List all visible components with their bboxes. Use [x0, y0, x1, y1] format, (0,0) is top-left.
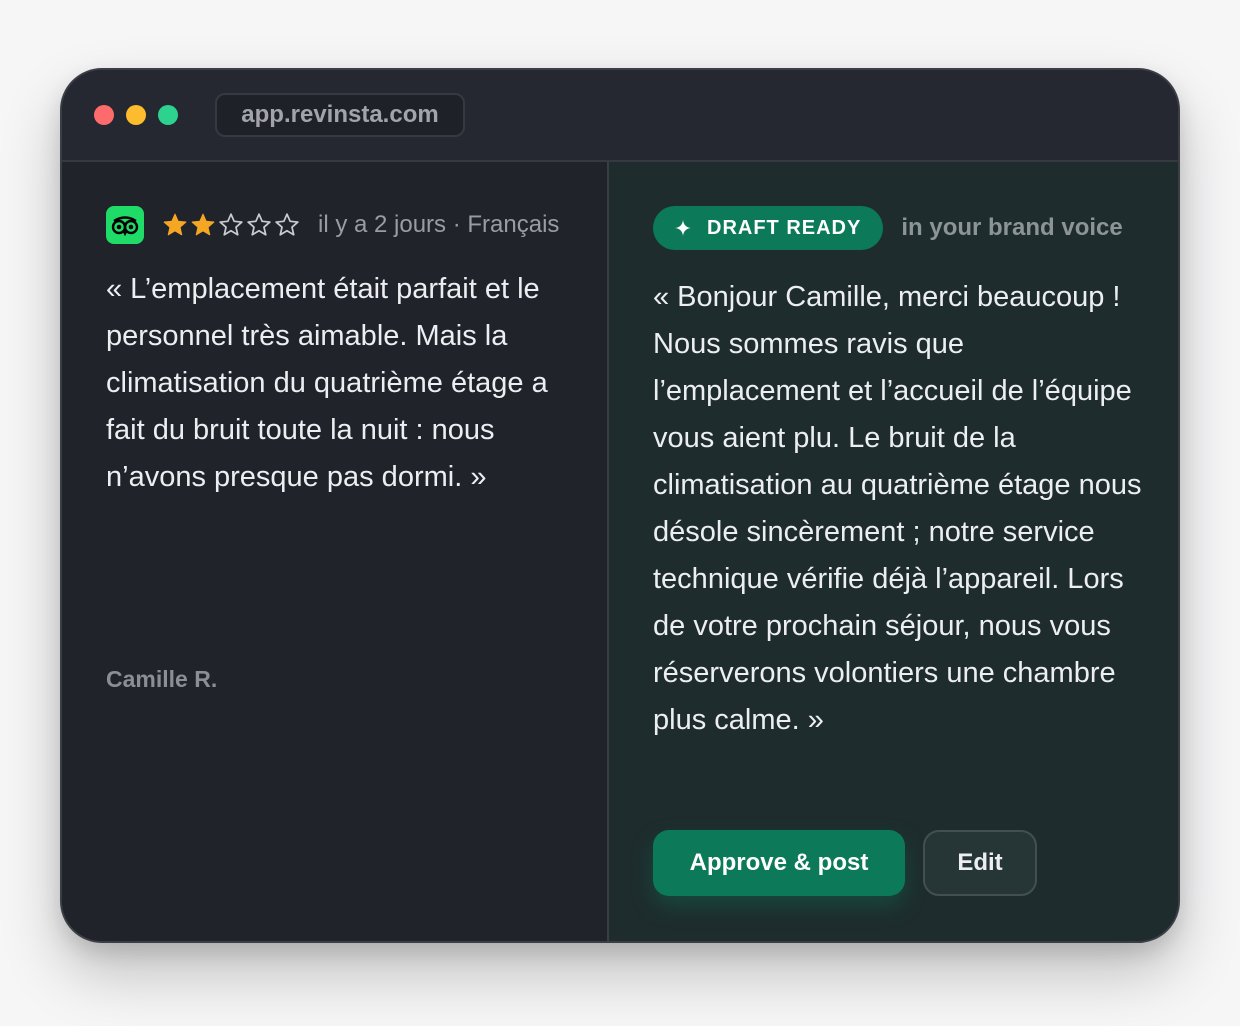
- star-empty-icon: [247, 213, 271, 236]
- minimize-window-button[interactable]: [126, 105, 146, 125]
- sparkle-icon: [675, 220, 691, 236]
- draft-actions: Approve & post Edit: [653, 830, 1037, 896]
- review-text: « L’emplacement était parfait et le pers…: [106, 273, 548, 493]
- brand-voice-label: in your brand voice: [901, 214, 1123, 241]
- star-rating: [162, 212, 302, 238]
- draft-badge-label: DRAFT READY: [707, 216, 862, 239]
- maximize-window-button[interactable]: [158, 105, 178, 125]
- window-titlebar: app.revinsta.com: [62, 70, 1178, 162]
- review-workspace: il y a 2 jours · Français « L’emplacemen…: [62, 162, 1178, 941]
- star-empty-icon: [275, 213, 299, 236]
- star-empty-icon: [219, 213, 243, 236]
- draft-ready-badge: DRAFT READY: [653, 206, 884, 250]
- draft-reply-panel: DRAFT READY in your brand voice « Bonjou…: [609, 162, 1178, 941]
- review-meta-text: il y a 2 jours · Français: [318, 211, 560, 238]
- approve-and-post-button[interactable]: Approve & post: [653, 830, 905, 896]
- reviewer-name: Camille R.: [106, 666, 218, 692]
- browser-window: app.revinsta.com il y a 2 jours · França…: [60, 68, 1180, 943]
- url-bar[interactable]: app.revinsta.com: [215, 93, 465, 137]
- close-window-button[interactable]: [94, 105, 114, 125]
- star-filled-icon: [191, 213, 215, 236]
- star-filled-icon: [163, 213, 187, 236]
- draft-header: DRAFT READY in your brand voice: [653, 206, 1123, 250]
- original-review-panel: il y a 2 jours · Français « L’emplacemen…: [62, 162, 609, 941]
- tripadvisor-owl-icon: [106, 206, 144, 244]
- review-meta-row: il y a 2 jours · Français: [106, 206, 559, 244]
- edit-button[interactable]: Edit: [923, 830, 1037, 896]
- draft-reply-text: « Bonjour Camille, merci beaucoup ! Nous…: [653, 281, 1142, 736]
